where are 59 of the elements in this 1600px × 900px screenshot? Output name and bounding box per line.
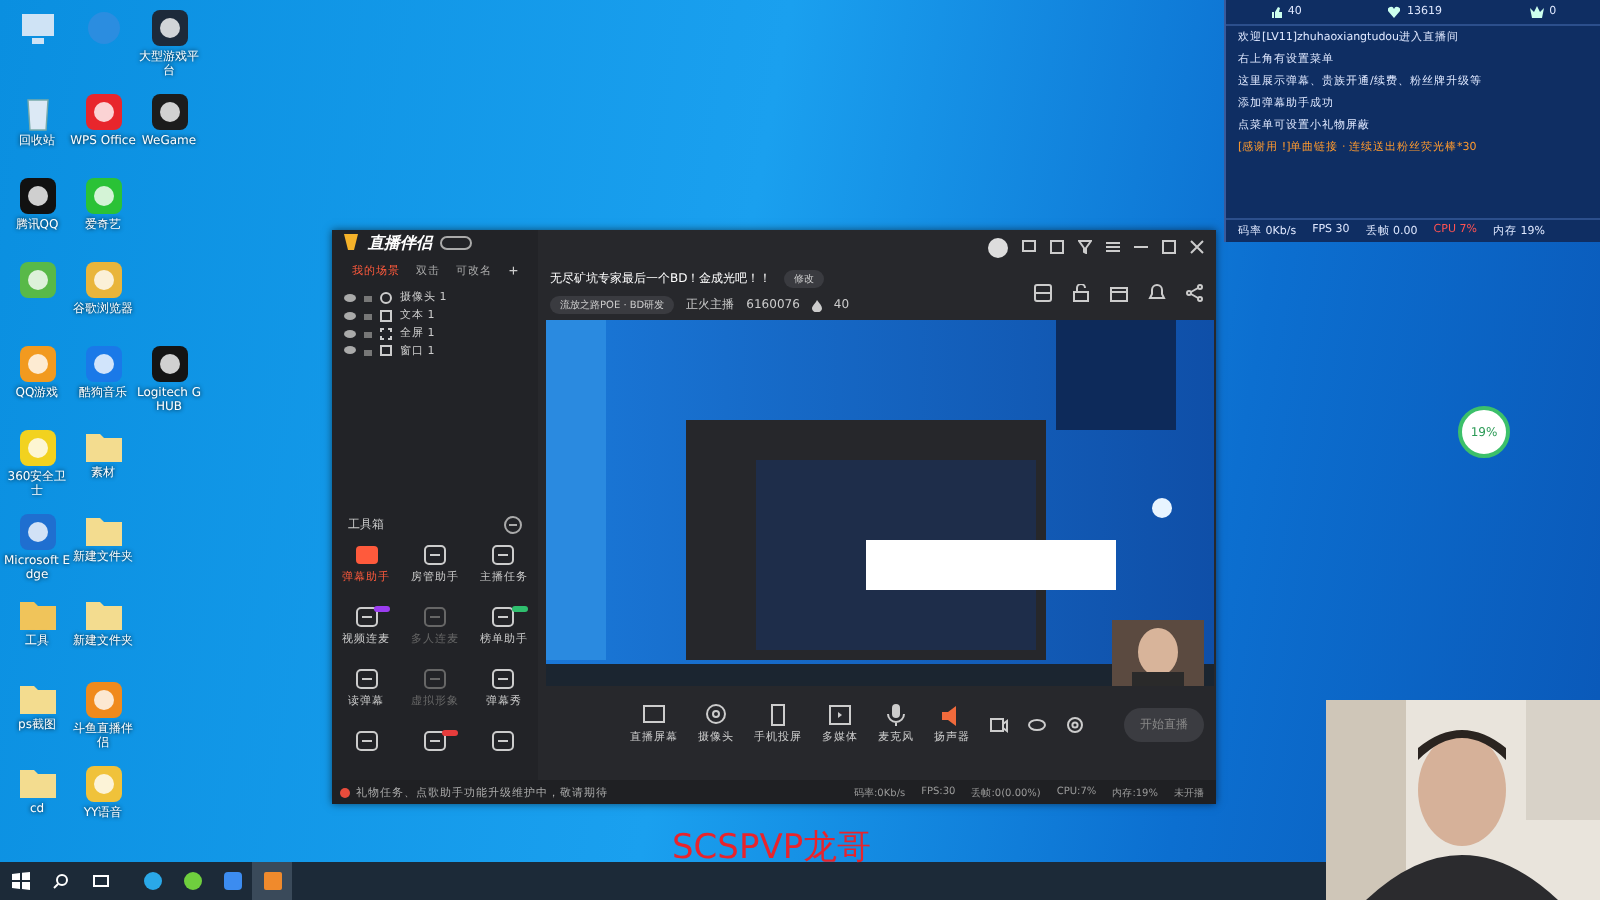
windows-start-icon[interactable] xyxy=(11,872,29,890)
app-logo-icon xyxy=(342,232,360,253)
light-logo-icon xyxy=(1152,498,1172,518)
minimize-icon[interactable] xyxy=(1134,240,1148,254)
layout-icon[interactable] xyxy=(1034,283,1052,301)
maximize-icon[interactable] xyxy=(1162,240,1176,254)
filter-icon[interactable] xyxy=(1078,240,1092,254)
heart-icon xyxy=(1388,6,1401,18)
tool-icon xyxy=(355,544,378,567)
browser-icon[interactable] xyxy=(143,872,161,890)
tool-icon xyxy=(492,668,515,691)
alert-icon xyxy=(340,787,350,797)
window-icon xyxy=(380,344,392,357)
task-view-icon[interactable] xyxy=(91,872,109,890)
tool-icon xyxy=(423,730,446,753)
app-name: 直播伴侣 xyxy=(368,231,432,254)
app-icon[interactable] xyxy=(149,8,189,48)
app-icon[interactable] xyxy=(149,344,189,384)
eye-icon[interactable] xyxy=(1028,715,1046,733)
tool-icon xyxy=(492,544,515,567)
media-icon xyxy=(828,704,852,726)
bell-icon[interactable] xyxy=(1148,283,1166,301)
screen-icon xyxy=(380,327,392,340)
crown-icon xyxy=(1529,6,1544,18)
app-icon[interactable] xyxy=(183,872,201,890)
settings-icon[interactable] xyxy=(1066,715,1084,733)
record-icon[interactable] xyxy=(990,715,1008,733)
message-icon[interactable] xyxy=(1022,240,1036,254)
tool-icon xyxy=(355,606,378,629)
stream-caption: SCSPVP龙哥 xyxy=(672,826,872,870)
add-scene-button[interactable]: + xyxy=(508,262,518,281)
text-icon xyxy=(380,309,392,322)
tool-icon xyxy=(492,606,515,629)
lock-icon[interactable] xyxy=(1072,283,1090,301)
thumb-icon xyxy=(1269,6,1282,18)
camera-icon xyxy=(380,291,392,304)
tool-icon xyxy=(423,544,446,567)
computer-icon[interactable] xyxy=(17,8,57,48)
tool-icon xyxy=(355,730,378,753)
app-icon[interactable] xyxy=(17,176,57,216)
app-icon[interactable] xyxy=(149,92,189,132)
tool-icon xyxy=(423,606,446,629)
mic-icon xyxy=(884,704,908,726)
tool-icon xyxy=(355,668,378,691)
search-icon[interactable] xyxy=(51,872,69,890)
screen-icon xyxy=(642,704,666,726)
folder-icon[interactable] xyxy=(17,680,57,716)
screen-icon[interactable] xyxy=(1050,240,1064,254)
close-icon[interactable] xyxy=(1190,240,1204,254)
pill-icon[interactable] xyxy=(440,235,472,250)
menu-icon[interactable] xyxy=(1106,240,1120,254)
store-icon[interactable] xyxy=(1110,283,1128,301)
avatar-icon[interactable] xyxy=(988,237,1008,257)
tool-icon xyxy=(423,668,446,691)
camera-icon xyxy=(704,704,728,726)
phone-icon xyxy=(766,704,790,726)
collapse-icon[interactable] xyxy=(504,516,522,535)
share-icon[interactable] xyxy=(1186,283,1204,301)
tool-icon xyxy=(492,730,515,753)
